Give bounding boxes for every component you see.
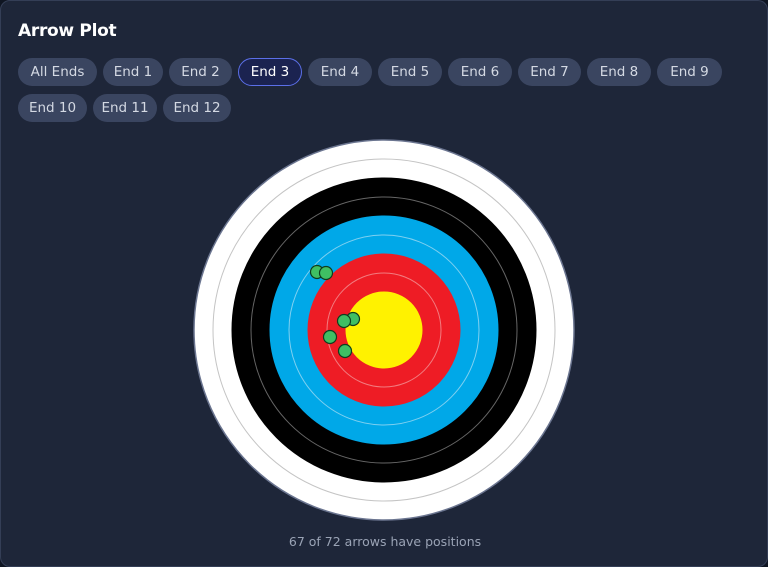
arrow-count-footer: 67 of 72 arrows have positions	[288, 534, 482, 549]
arrow-marker[interactable]	[318, 265, 334, 281]
arrow-plot-panel: Arrow Plot All Ends End 1 End 2 End 3 En…	[0, 0, 768, 567]
arrow-marker[interactable]	[322, 329, 338, 345]
ring-10	[364, 310, 404, 350]
target-rings	[193, 139, 575, 521]
archery-target	[193, 139, 575, 521]
arrow-marker[interactable]	[337, 343, 353, 359]
arrow-marker[interactable]	[336, 313, 352, 329]
